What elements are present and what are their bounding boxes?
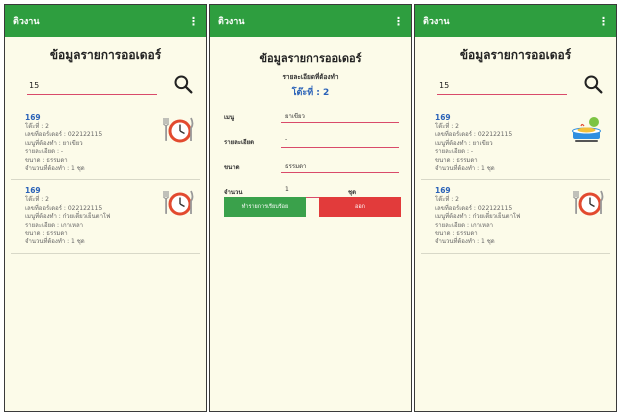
quantity-label: จำนวน <box>224 189 243 196</box>
food-done-icon <box>570 115 604 145</box>
app-title: ติวงาน <box>423 17 450 27</box>
order-item[interactable]: 169 โต๊ะที่ : 2 เลขที่ออร์เดอร์ : 022122… <box>421 180 610 254</box>
menu-field[interactable]: ยาเขียว <box>281 109 399 123</box>
search-input[interactable] <box>437 77 567 95</box>
detail-label: รายละเอียด <box>224 139 255 146</box>
menu-label: เมนู <box>224 114 235 121</box>
quantity-unit: ชุด <box>348 189 356 196</box>
overflow-menu-icon[interactable]: ⋮ <box>188 15 199 28</box>
page-title: ข้อมูลรายการออเดอร์ <box>259 52 362 65</box>
order-detail-screen: ติวงาน ⋮ ข้อมูลรายการออเดอร์ รายละเอียดท… <box>209 4 412 412</box>
search-bar <box>5 71 206 101</box>
exit-button[interactable]: ออก <box>319 197 401 217</box>
order-detail: รายละเอียด : - <box>25 148 64 156</box>
app-bar: ติวงาน ⋮ <box>415 5 616 37</box>
quantity-field[interactable]: 1 <box>281 184 335 198</box>
order-list-screen-2: ติวงาน ⋮ ข้อมูลรายการออเดอร์ 169 โต๊ะที่… <box>414 4 617 412</box>
app-title: ติวงาน <box>218 17 245 27</box>
order-quantity: จำนวนที่ต้องทำ : 1 ชุด <box>435 238 495 246</box>
order-size: ขนาด : ธรรมดา <box>435 156 478 164</box>
order-quantity: จำนวนที่ต้องทำ : 1 ชุด <box>25 165 85 173</box>
app-title: ติวงาน <box>13 17 40 27</box>
order-list: 169 โต๊ะที่ : 2 เลขที่ออร์เดอร์ : 022122… <box>415 107 616 254</box>
order-item[interactable]: 169 โต๊ะที่ : 2 เลขที่ออร์เดอร์ : 022122… <box>11 180 200 254</box>
detail-row: รายละเอียด - <box>210 130 411 152</box>
order-list-screen-1: ติวงาน ⋮ ข้อมูลรายการออเดอร์ 169 โต๊ะที่… <box>4 4 207 412</box>
order-quantity: จำนวนที่ต้องทำ : 1 ชุด <box>25 238 85 246</box>
menu-row: เมนู ยาเขียว <box>210 105 411 127</box>
order-detail: รายละเอียด : - <box>435 148 474 156</box>
app-bar: ติวงาน ⋮ <box>5 5 206 37</box>
clock-cutlery-icon <box>160 115 194 145</box>
order-detail: รายละเอียด : เกาเหลา <box>435 221 494 229</box>
order-size: ขนาด : ธรรมดา <box>25 156 68 164</box>
app-bar: ติวงาน ⋮ <box>210 5 411 37</box>
detail-subtitle: รายละเอียดที่ต้องทำ <box>282 73 339 81</box>
page-title: ข้อมูลรายการออเดอร์ <box>459 48 572 62</box>
confirm-button[interactable]: ทำรายการเรียบร้อย <box>224 197 306 217</box>
size-label: ขนาด <box>224 164 240 171</box>
action-buttons: ทำรายการเรียบร้อย ออก <box>224 197 401 217</box>
order-list: 169 โต๊ะที่ : 2 เลขที่ออร์เดอร์ : 022122… <box>5 107 206 254</box>
order-detail: รายละเอียด : เกาเหลา <box>25 221 84 229</box>
table-number: โต๊ะที่ : 2 <box>291 88 330 98</box>
clock-cutlery-icon <box>160 188 194 218</box>
search-input[interactable] <box>27 77 157 95</box>
overflow-menu-icon[interactable]: ⋮ <box>598 15 609 28</box>
page-title: ข้อมูลรายการออเดอร์ <box>49 48 162 62</box>
order-quantity: จำนวนที่ต้องทำ : 1 ชุด <box>435 165 495 173</box>
detail-field[interactable]: - <box>281 134 399 148</box>
order-item[interactable]: 169 โต๊ะที่ : 2 เลขที่ออร์เดอร์ : 022122… <box>421 107 610 181</box>
search-icon[interactable] <box>173 74 193 94</box>
size-row: ขนาด ธรรมดา <box>210 155 411 177</box>
order-item[interactable]: 169 โต๊ะที่ : 2 เลขที่ออร์เดอร์ : 022122… <box>11 107 200 181</box>
overflow-menu-icon[interactable]: ⋮ <box>393 15 404 28</box>
search-icon[interactable] <box>583 74 603 94</box>
size-field[interactable]: ธรรมดา <box>281 159 399 173</box>
search-bar <box>415 71 616 101</box>
clock-cutlery-icon <box>570 188 604 218</box>
